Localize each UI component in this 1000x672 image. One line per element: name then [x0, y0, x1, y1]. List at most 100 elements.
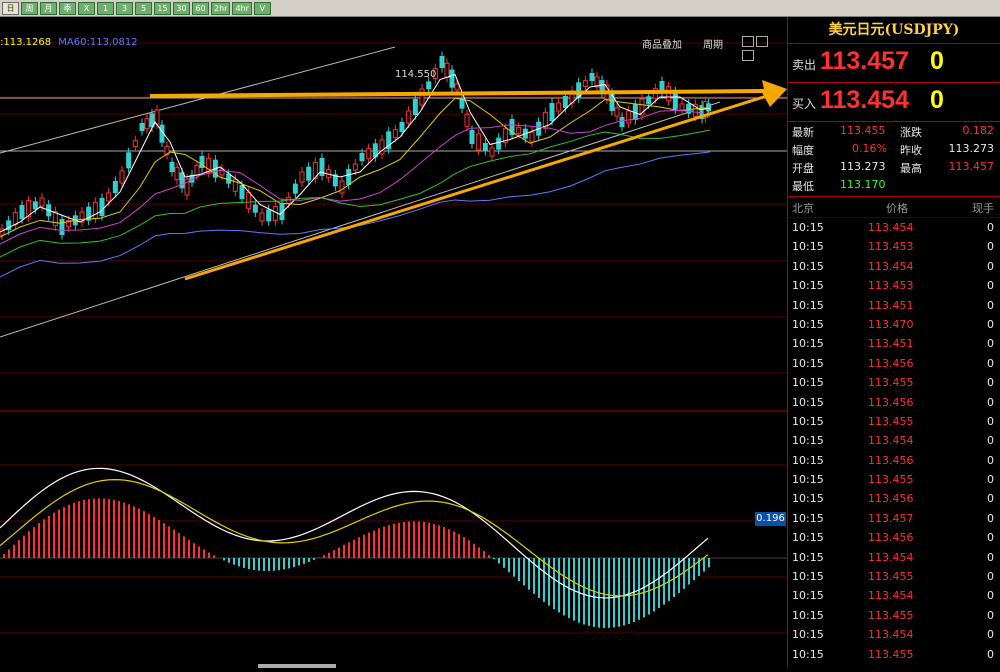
tick-volume: 0: [987, 221, 994, 234]
sell-volume: 0: [930, 47, 944, 75]
ma-legend: :113.1268 MA60:113.0812: [0, 37, 142, 48]
candle-body: [179, 172, 185, 189]
period-button-13[interactable]: V: [253, 1, 271, 15]
candle-body: [679, 103, 685, 111]
tick-volume: 0: [987, 453, 994, 467]
candle-body: [444, 62, 450, 78]
period-button-2[interactable]: 月: [40, 1, 57, 15]
tick-volume: 0: [987, 511, 994, 525]
buy-quote[interactable]: 买入 113.454 0: [788, 83, 1000, 122]
tick-price: 113.456: [868, 356, 914, 370]
period-button-11[interactable]: 2hr: [211, 1, 231, 15]
tick-row: 10:15 113.457 0: [788, 509, 1000, 528]
tick-row: 10:15 113.456 0: [788, 393, 1000, 412]
peak-price-label: 114.550: [395, 69, 437, 80]
tick-volume: 0: [987, 298, 994, 312]
period-button-7[interactable]: 5: [135, 1, 152, 15]
tick-row: 10:15 113.455 0: [788, 373, 1000, 392]
tick-time: 10:15: [792, 570, 824, 584]
tick-time: 10:15: [792, 337, 824, 351]
tick-volume: 0: [987, 473, 994, 487]
candle-body: [359, 153, 365, 161]
tick-price: 113.455: [868, 376, 914, 390]
tick-price: 113.451: [868, 298, 914, 312]
candle-body: [259, 212, 265, 222]
tick-price: 113.454: [868, 221, 914, 234]
candle-body: [582, 80, 588, 88]
tick-row: 10:15 113.456 0: [788, 528, 1000, 547]
candle-body: [459, 98, 465, 109]
high-label: 最高: [900, 162, 922, 175]
symbol-title: 美元日元(USDJPY): [788, 17, 1000, 44]
candle-body: [169, 162, 175, 172]
candle-body: [406, 110, 412, 124]
tick-price: 113.456: [868, 453, 914, 467]
period-button-12[interactable]: 4hr: [232, 1, 252, 15]
tick-row: 10:15 113.454 0: [788, 257, 1000, 276]
restore-icon[interactable]: [742, 36, 754, 47]
candle-body: [672, 91, 678, 110]
overlay-button[interactable]: 商品叠加: [642, 36, 682, 51]
ticks-header-price: 价格: [886, 202, 908, 215]
candle-body: [496, 137, 502, 150]
candle-body: [144, 118, 150, 130]
period-button-8[interactable]: 15: [154, 1, 171, 15]
candle-body: [119, 170, 125, 184]
tick-row: 10:15 113.456 0: [788, 451, 1000, 470]
ticks-list[interactable]: 10:15 113.454 0 10:15 113.453 0 10:15 113.454 0 1…: [788, 218, 1000, 664]
candle-body: [292, 183, 298, 194]
candle-body: [392, 129, 398, 139]
candle-body: [32, 201, 38, 210]
candle-body: [482, 143, 488, 151]
candle-body: [614, 107, 620, 117]
candle-body: [619, 117, 625, 127]
candle-body: [239, 185, 245, 199]
candle-body: [562, 96, 568, 108]
open-value: 113.273: [840, 160, 886, 173]
window-controls[interactable]: [742, 36, 780, 61]
period-button[interactable]: 周期: [703, 36, 723, 51]
maximize-icon[interactable]: [742, 50, 754, 61]
buy-volume: 0: [930, 86, 944, 114]
chart-canvas[interactable]: [0, 17, 787, 668]
candle-body: [489, 147, 495, 157]
tick-volume: 0: [987, 492, 994, 506]
tick-time: 10:15: [792, 376, 824, 390]
candle-body: [339, 180, 345, 194]
ma-legend-first: :113.1268: [0, 37, 52, 48]
latest-value: 113.455: [840, 124, 886, 137]
change-value: 0.182: [962, 124, 995, 137]
zoom-icon[interactable]: [756, 36, 768, 47]
sell-label: 卖出: [792, 58, 817, 72]
sell-quote[interactable]: 卖出 113.457 0: [788, 44, 1000, 83]
trend-line-rising: [184, 93, 771, 281]
period-button-1[interactable]: 周: [21, 1, 38, 15]
candle-body: [106, 192, 112, 202]
kline-chart[interactable]: :113.1268 MA60:113.0812 114.550 商品叠加 周期 …: [0, 17, 787, 668]
ticks-header-volume: 现手: [972, 202, 994, 215]
period-button-3[interactable]: 季: [59, 1, 76, 15]
candle-body: [299, 171, 305, 183]
period-button-9[interactable]: 30: [173, 1, 190, 15]
tick-volume: 0: [987, 279, 994, 293]
period-button-4[interactable]: X: [78, 1, 95, 15]
tick-row: 10:15 113.454 0: [788, 548, 1000, 567]
period-button-0[interactable]: 日: [2, 1, 19, 15]
macd-value-badge: 0.196: [755, 512, 786, 526]
tick-volume: 0: [987, 647, 994, 661]
horizontal-scrollbar[interactable]: [258, 664, 336, 668]
candle-body: [272, 206, 278, 222]
candle-body: [226, 173, 232, 184]
candle-body: [556, 102, 562, 112]
candle-body: [399, 122, 405, 132]
period-button-6[interactable]: 3: [116, 1, 133, 15]
tick-time: 10:15: [792, 608, 824, 622]
period-button-10[interactable]: 60: [192, 1, 209, 15]
candle-body: [252, 204, 258, 213]
tick-row: 10:15 113.454 0: [788, 218, 1000, 237]
tick-price: 113.470: [868, 317, 914, 331]
open-label: 开盘: [792, 162, 814, 175]
sell-price: 113.457: [820, 47, 909, 75]
tick-row: 10:15 113.456 0: [788, 354, 1000, 373]
period-button-5[interactable]: 1: [97, 1, 114, 15]
